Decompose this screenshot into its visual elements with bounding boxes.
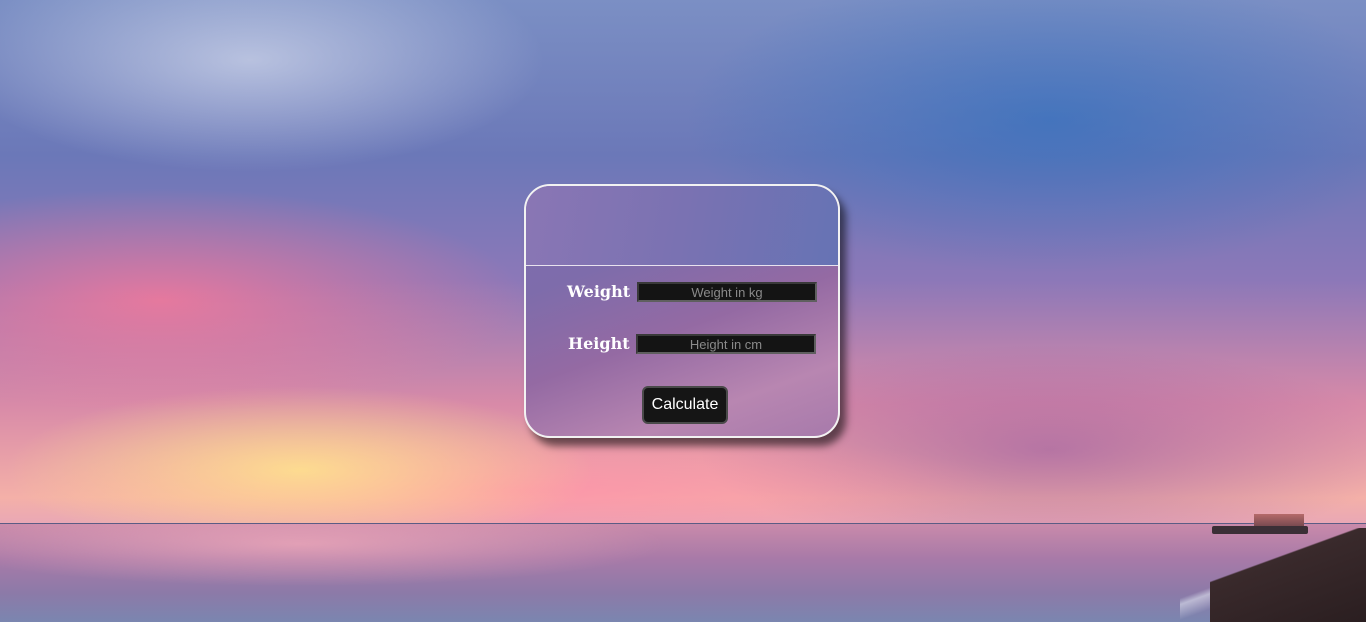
background-pier <box>1212 526 1308 534</box>
weight-label: Weight <box>567 282 631 301</box>
height-label: Height <box>568 334 630 353</box>
weight-input[interactable] <box>637 282 817 302</box>
background-sea <box>0 523 1366 622</box>
card-header <box>526 186 838 265</box>
card-divider <box>526 265 838 266</box>
background-shore <box>1210 528 1366 622</box>
background-building <box>1254 514 1304 526</box>
calculate-button[interactable]: Calculate <box>642 386 728 424</box>
bmi-calculator-card: Weight Height Calculate <box>524 184 840 438</box>
height-input[interactable] <box>636 334 816 354</box>
